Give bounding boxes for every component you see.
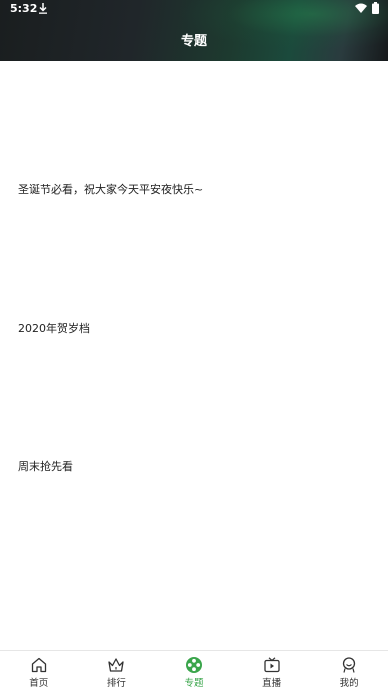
nav-item-ranking[interactable]: 排行	[78, 651, 156, 691]
home-icon	[31, 657, 46, 673]
nav-item-home[interactable]: 首页	[0, 651, 78, 691]
nav-label: 首页	[29, 678, 49, 689]
nav-label: 专题	[184, 678, 204, 689]
header: 5:32 专题	[0, 0, 388, 61]
crown-icon	[108, 658, 125, 672]
nav-label: 我的	[339, 678, 359, 689]
status-bar: 5:32	[0, 0, 388, 18]
nav-item-live[interactable]: 直播	[233, 651, 311, 691]
wifi-icon	[355, 3, 367, 13]
topics-screen: 5:32 专题 圣诞节必看，祝大家今天平安夜快乐~ 2020年贺岁档 周末抢先看…	[0, 0, 388, 691]
bottom-nav: 首页 排行 专题 直播 我的	[0, 650, 388, 691]
nav-item-profile[interactable]: 我的	[310, 651, 388, 691]
topic-item[interactable]: 2020年贺岁档	[18, 320, 90, 336]
battery-icon	[372, 2, 379, 14]
tv-icon	[263, 657, 280, 673]
nav-label: 排行	[106, 678, 126, 689]
download-icon	[39, 3, 47, 14]
topic-item[interactable]: 周末抢先看	[18, 458, 73, 474]
profile-icon	[343, 657, 356, 673]
topic-item[interactable]: 圣诞节必看，祝大家今天平安夜快乐~	[18, 181, 203, 197]
nav-item-topics[interactable]: 专题	[155, 651, 233, 691]
status-time: 5:32	[10, 2, 38, 15]
film-reel-icon	[185, 657, 202, 673]
page-title: 专题	[180, 34, 207, 49]
nav-label: 直播	[262, 678, 282, 689]
